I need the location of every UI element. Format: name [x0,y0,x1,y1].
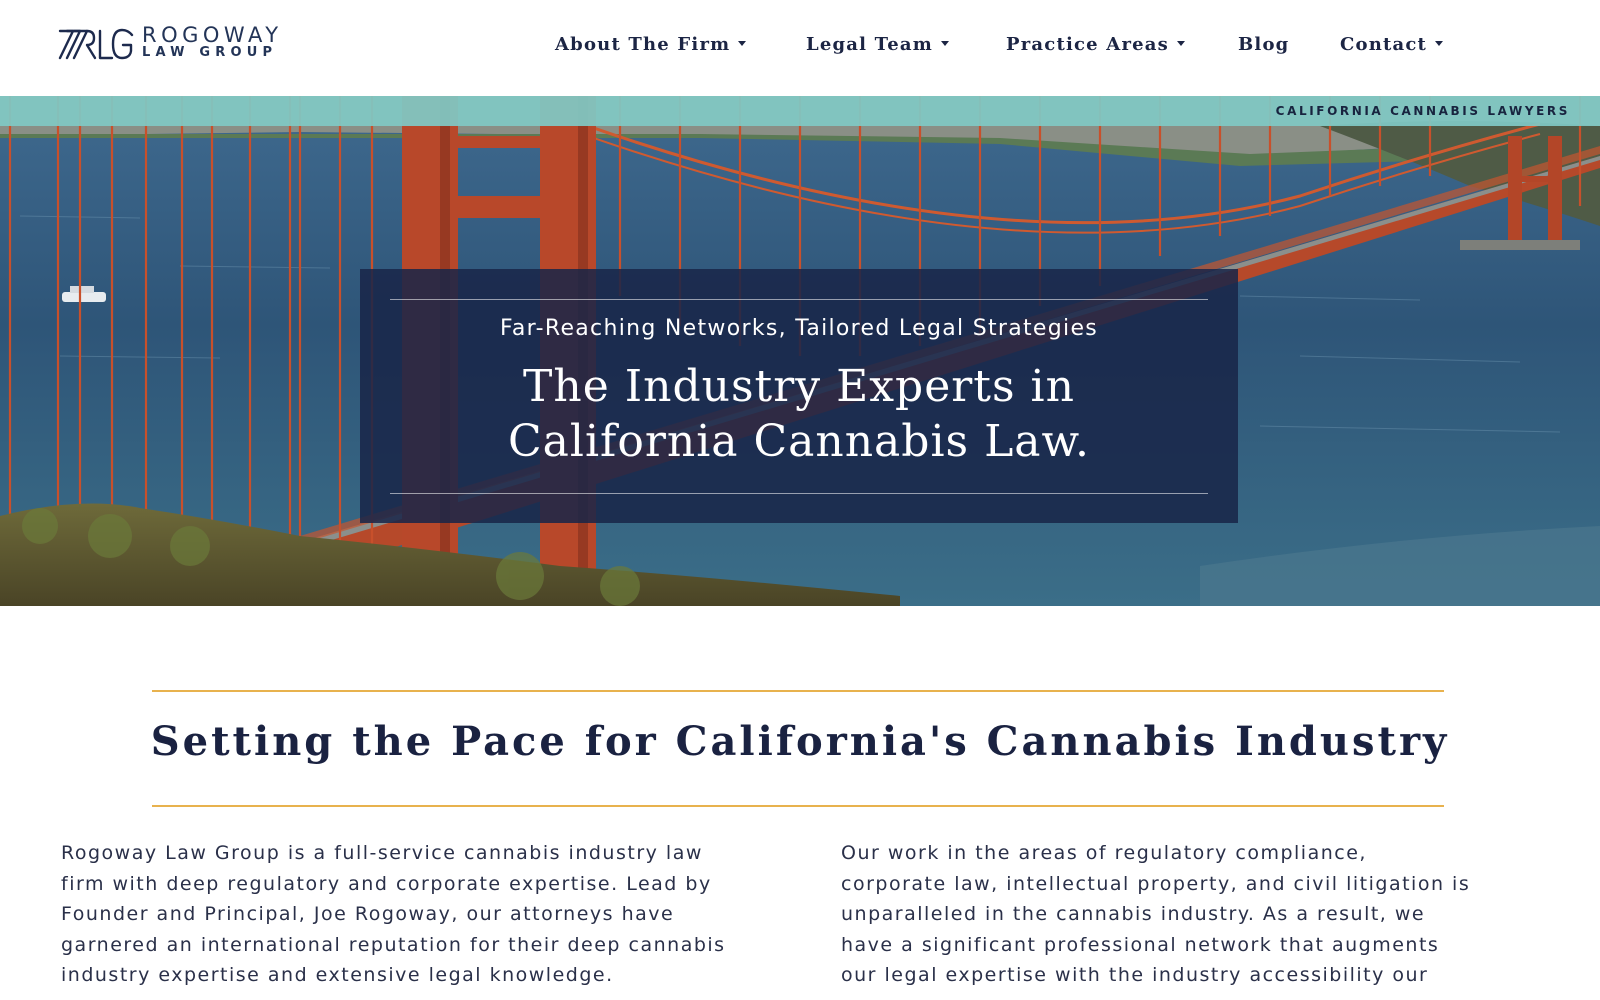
intro-right-line: unparalleled in the cannabis industry. A… [841,903,1426,926]
nav-legal-team-label: Legal Team [806,34,933,55]
nav-blog[interactable]: Blog [1238,34,1289,55]
nav-contact-label: Contact [1340,34,1428,55]
intro-left-line: Founder and Principal, Joe Rogoway, our … [61,903,675,926]
hero-label-strip: CALIFORNIA CANNABIS LAWYERS [0,96,1600,126]
rlg-monogram-logo [58,28,134,60]
section-title: Setting the Pace for California's Cannab… [150,718,1450,765]
hero-strip-label: CALIFORNIA CANNABIS LAWYERS [1275,104,1570,118]
caret-down-icon [940,40,949,46]
hero-headline: The Industry Experts in California Canna… [360,359,1238,469]
section-top-rule [152,690,1444,692]
nav-legal-team[interactable]: Legal Team [806,34,949,55]
hero-banner: CALIFORNIA CANNABIS LAWYERS Far-Reaching… [0,96,1600,606]
logo-subtitle: LAW GROUP [142,45,278,60]
intro-right-line: our legal expertise with the industry ac… [841,964,1429,987]
nav-practice-areas-label: Practice Areas [1006,34,1169,55]
intro-right-line: have a significant professional network … [841,933,1440,956]
caret-down-icon [1435,40,1444,46]
intro-left-line: garnered an international reputation for… [61,933,726,956]
intro-right-line: Our work in the areas of regulatory comp… [841,842,1367,864]
hero-tagline: Far-Reaching Networks, Tailored Legal St… [499,316,1099,341]
intro-left-line: industry expertise and extensive legal k… [61,964,614,987]
site-header: ROGOWAY LAW GROUP About The Firm Legal T… [0,0,1600,96]
overlay-bottom-rule [390,493,1208,494]
caret-down-icon [1176,40,1185,46]
nav-about-the-firm[interactable]: About The Firm [555,34,747,55]
section-bottom-rule [152,805,1444,807]
logo-wordmark: ROGOWAY [142,23,283,47]
caret-down-icon [738,40,747,46]
intro-left-line: Rogoway Law Group is a full-service cann… [61,842,703,864]
intro-right-column: Our work in the areas of regulatory comp… [841,838,1491,991]
hero-headline-line-1: The Industry Experts in [523,361,1075,412]
intro-right-line: corporate law, intellectual property, an… [841,872,1471,895]
nav-blog-label: Blog [1238,34,1290,55]
intro-left-column: Rogoway Law Group is a full-service cann… [61,838,761,991]
site-logo[interactable]: ROGOWAY LAW GROUP [58,24,308,64]
nav-contact[interactable]: Contact [1340,34,1444,55]
overlay-top-rule [390,299,1208,300]
hero-overlay-box: Far-Reaching Networks, Tailored Legal St… [360,269,1238,523]
nav-practice-areas[interactable]: Practice Areas [1006,34,1185,55]
intro-left-line: firm with deep regulatory and corporate … [61,872,712,895]
hero-headline-line-2: California Cannabis Law. [508,416,1090,467]
nav-about-label: About The Firm [555,34,731,55]
